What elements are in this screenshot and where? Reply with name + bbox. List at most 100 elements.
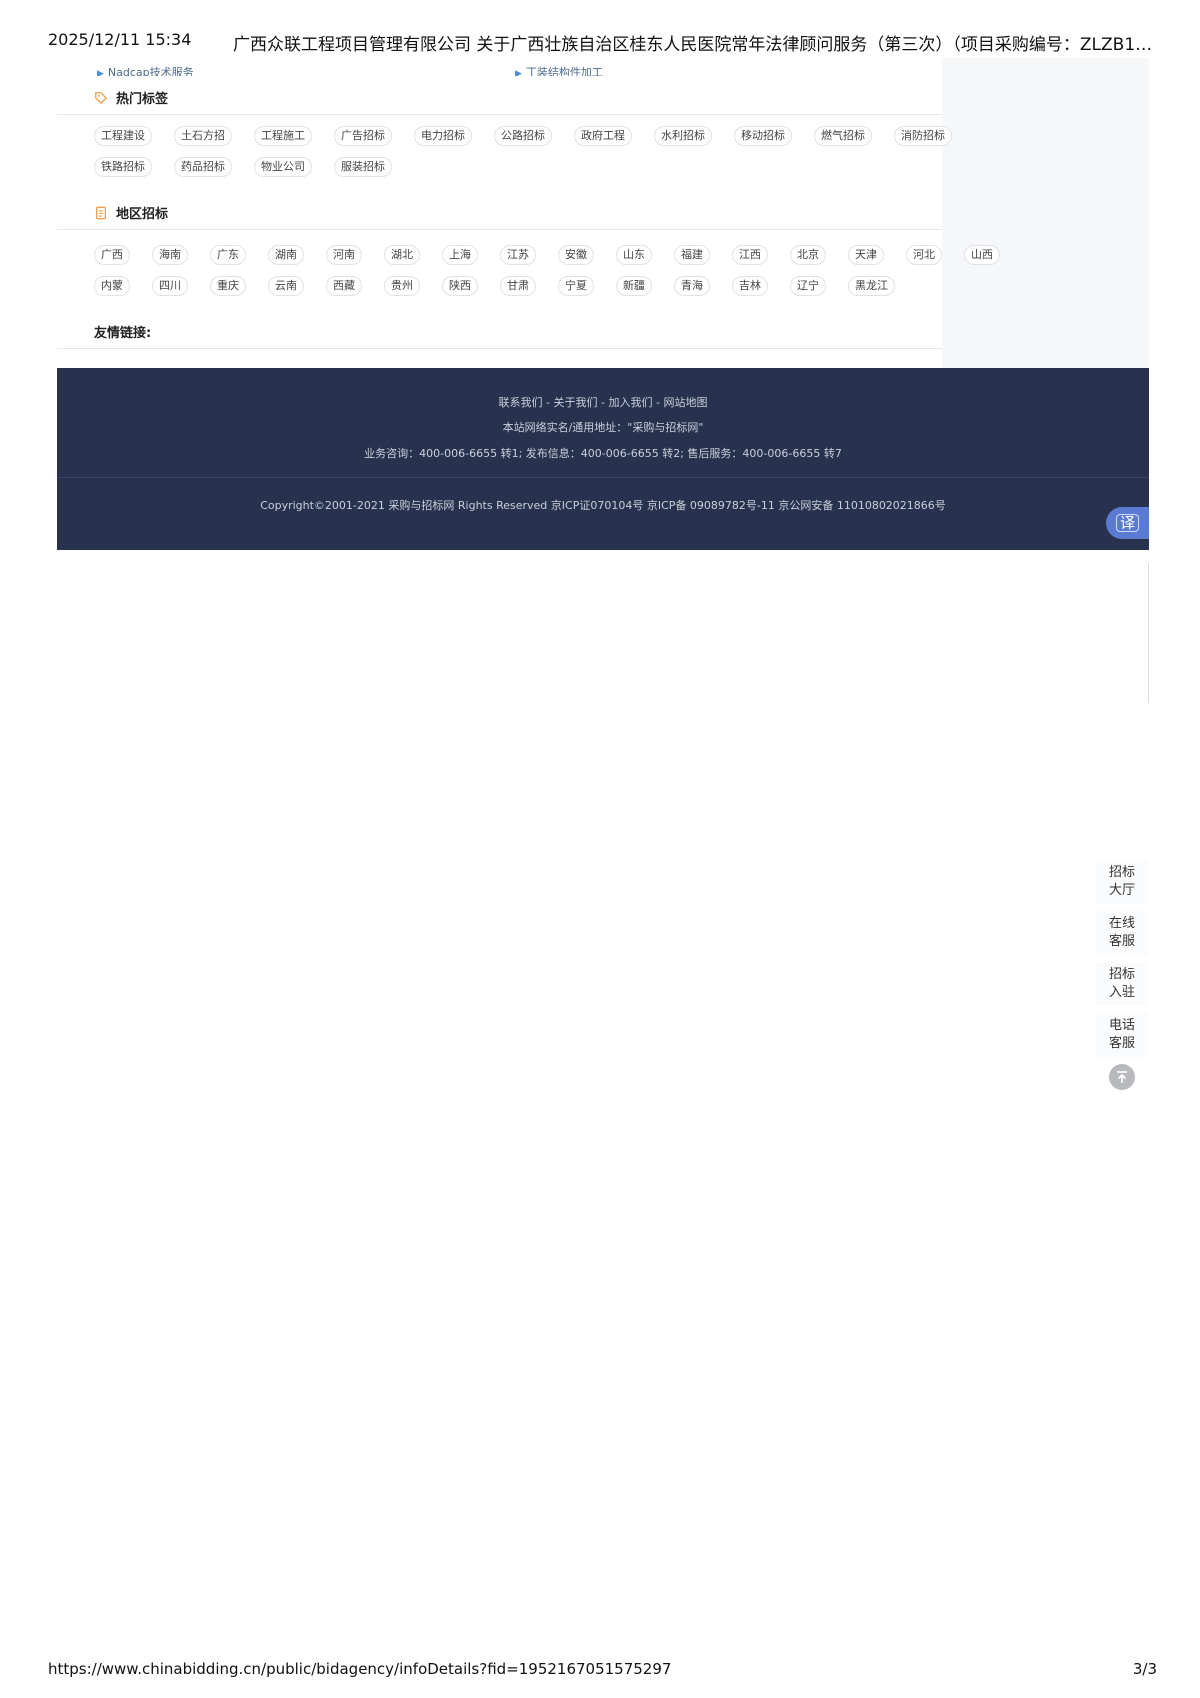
footer-nav-separator: - [652, 396, 664, 409]
side-button-line: 客服 [1108, 934, 1135, 949]
friend-links-title: 友情链接: [94, 326, 152, 341]
side-button-line: 客服 [1108, 1036, 1135, 1051]
region-tags-heading: 地区招标 [94, 203, 168, 222]
right-gray-panel [942, 58, 1149, 368]
region-tag[interactable]: 江苏 [500, 245, 536, 265]
side-button-line: 电话 [1108, 1018, 1135, 1033]
side-button-online-service[interactable]: 在线 客服 [1096, 911, 1148, 955]
translate-icon: 译 [1115, 514, 1139, 532]
region-tag[interactable]: 安徽 [558, 245, 594, 265]
tag-icon [95, 91, 108, 104]
hot-tag[interactable]: 工程施工 [254, 126, 312, 146]
region-tag[interactable]: 西藏 [326, 276, 362, 296]
partial-link-2-label: 丁装结构件加工 [525, 66, 603, 76]
footer-contact-numbers: 业务咨询：400-006-6655 转1; 发布信息：400-006-6655 … [364, 447, 842, 460]
side-button-line: 入驻 [1108, 985, 1135, 1000]
print-footer-url: https://www.chinabidding.cn/public/bidag… [48, 1660, 672, 1678]
region-tag[interactable]: 江西 [732, 245, 768, 265]
region-tag[interactable]: 湖北 [384, 245, 420, 265]
translate-button[interactable]: 译 [1106, 507, 1149, 539]
scroll-edge-line [1148, 563, 1149, 703]
region-tag[interactable]: 上海 [442, 245, 478, 265]
region-tag[interactable]: 辽宁 [790, 276, 826, 296]
hot-tags-title: 热门标签 [116, 92, 169, 107]
region-tag[interactable]: 新疆 [616, 276, 652, 296]
footer-real-name: 本站网络实名/通用地址："采购与招标网" [502, 421, 704, 434]
side-button-line: 招标 [1108, 967, 1135, 982]
region-tag[interactable]: 云南 [268, 276, 304, 296]
hot-tag[interactable]: 水利招标 [654, 126, 712, 146]
side-float-bar: 招标 大厅 在线 客服 招标 入驻 电话 客服 [1096, 860, 1148, 1090]
footer-link-contact[interactable]: 联系我们 [499, 396, 543, 409]
region-tag[interactable]: 甘肃 [500, 276, 536, 296]
region-tag[interactable]: 北京 [790, 245, 826, 265]
region-tag[interactable]: 吉林 [732, 276, 768, 296]
friend-links-heading: 友情链接: [94, 322, 151, 341]
footer-nav: 联系我们 - 关于我们 - 加入我们 - 网站地图 [57, 394, 1149, 410]
region-tag[interactable]: 宁夏 [558, 276, 594, 296]
region-tag[interactable]: 海南 [152, 245, 188, 265]
triangle-right-icon: ▶ [97, 69, 104, 76]
hot-tag[interactable]: 药品招标 [174, 157, 232, 177]
print-header-title: 广西众联工程项目管理有限公司 关于广西壮族自治区桂东人民医院常年法律顾问服务（第… [233, 35, 1153, 55]
arrow-up-to-top-icon [1117, 1071, 1127, 1083]
hot-tags-row-2: 铁路招标 药品招标 物业公司 服装招标 [94, 157, 414, 177]
region-tag[interactable]: 福建 [674, 245, 710, 265]
hot-tags-row-1: 工程建设 土石方招 工程施工 广告招标 电力招标 公路招标 政府工程 水利招标 … [94, 126, 974, 146]
print-footer-page-number: 3/3 [1132, 1660, 1157, 1678]
partial-link-1[interactable]: ▶ Nadcap技术服务 [97, 66, 194, 76]
side-button-line: 招标 [1108, 865, 1135, 880]
region-tag[interactable]: 河南 [326, 245, 362, 265]
hot-tag[interactable]: 电力招标 [414, 126, 472, 146]
region-tag[interactable]: 陕西 [442, 276, 478, 296]
divider [57, 114, 942, 115]
region-tag[interactable]: 山东 [616, 245, 652, 265]
region-tag[interactable]: 贵州 [384, 276, 420, 296]
partial-link-1-label: Nadcap技术服务 [107, 66, 194, 76]
region-tags-row-1: 广西 海南 广东 湖南 河南 湖北 上海 江苏 安徽 山东 福建 江西 北京 天… [94, 245, 1000, 265]
region-tag[interactable]: 广西 [94, 245, 130, 265]
partial-link-2[interactable]: ▶ 丁装结构件加工 [515, 66, 603, 76]
region-tag[interactable]: 天津 [848, 245, 884, 265]
region-tag[interactable]: 山西 [964, 245, 1000, 265]
hot-tag[interactable]: 土石方招 [174, 126, 232, 146]
region-tag[interactable]: 黑龙江 [848, 276, 895, 296]
side-button-join-bidding[interactable]: 招标 入驻 [1096, 962, 1148, 1006]
divider [57, 348, 942, 349]
print-header-date: 2025/12/11 15:34 [48, 30, 192, 49]
footer-link-join[interactable]: 加入我们 [608, 396, 652, 409]
hot-tag[interactable]: 工程建设 [94, 126, 152, 146]
footer-link-sitemap[interactable]: 网站地图 [663, 396, 707, 409]
back-to-top-button[interactable] [1109, 1064, 1135, 1090]
footer-link-about[interactable]: 关于我们 [554, 396, 598, 409]
region-tag[interactable]: 青海 [674, 276, 710, 296]
document-icon [95, 206, 107, 219]
hot-tag[interactable]: 消防招标 [894, 126, 952, 146]
footer-nav-separator: - [597, 396, 609, 409]
region-tags-row-2: 内蒙 四川 重庆 云南 西藏 贵州 陕西 甘肃 宁夏 新疆 青海 吉林 辽宁 黑… [94, 276, 895, 296]
footer-copyright: Copyright©2001-2021 采购与招标网 Rights Reserv… [260, 499, 946, 512]
hot-tag[interactable]: 铁路招标 [94, 157, 152, 177]
region-tag[interactable]: 湖南 [268, 245, 304, 265]
region-tags-title: 地区招标 [116, 207, 169, 222]
hot-tag[interactable]: 公路招标 [494, 126, 552, 146]
region-tag[interactable]: 重庆 [210, 276, 246, 296]
side-button-phone-service[interactable]: 电话 客服 [1096, 1013, 1148, 1057]
region-tag[interactable]: 广东 [210, 245, 246, 265]
region-tag[interactable]: 内蒙 [94, 276, 130, 296]
side-button-line: 在线 [1108, 916, 1135, 931]
triangle-right-icon: ▶ [515, 69, 522, 76]
hot-tag[interactable]: 燃气招标 [814, 126, 872, 146]
divider [57, 229, 942, 230]
hot-tag[interactable]: 物业公司 [254, 157, 312, 177]
side-button-bidding-hall[interactable]: 招标 大厅 [1096, 860, 1148, 904]
footer-nav-separator: - [542, 396, 554, 409]
hot-tag[interactable]: 广告招标 [334, 126, 392, 146]
region-tag[interactable]: 河北 [906, 245, 942, 265]
hot-tags-heading: 热门标签 [94, 88, 168, 107]
hot-tag[interactable]: 服装招标 [334, 157, 392, 177]
site-footer: 联系我们 - 关于我们 - 加入我们 - 网站地图 本站网络实名/通用地址："采… [57, 368, 1149, 550]
region-tag[interactable]: 四川 [152, 276, 188, 296]
hot-tag[interactable]: 政府工程 [574, 126, 632, 146]
hot-tag[interactable]: 移动招标 [734, 126, 792, 146]
